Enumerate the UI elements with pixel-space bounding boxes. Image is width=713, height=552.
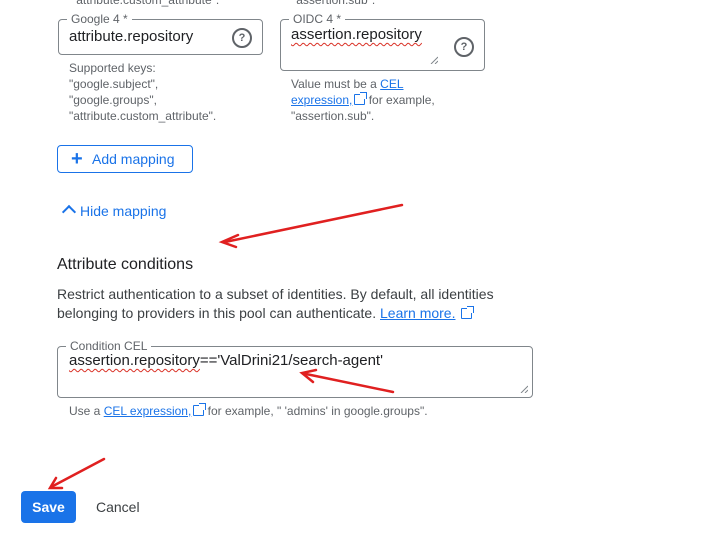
oidc-field-hint: Value must be a CEL expression, for exam… xyxy=(291,76,435,124)
condition-cel-field[interactable]: Condition CEL assertion.repository=='Val… xyxy=(57,338,533,398)
cancel-button[interactable]: Cancel xyxy=(96,499,140,515)
hint-line: "google.groups", xyxy=(69,93,157,107)
hint-line: Supported keys: xyxy=(69,61,156,75)
hint-text: Value must be a xyxy=(291,77,377,91)
google-field-hint: Supported keys: "google.subject", "googl… xyxy=(69,60,216,124)
section-title: Attribute conditions xyxy=(57,256,194,273)
chevron-up-icon xyxy=(61,204,77,220)
condition-value-part: assertion.repository xyxy=(69,352,200,369)
condition-field-value[interactable]: assertion.repository=='ValDrini21/search… xyxy=(69,351,383,371)
add-mapping-button[interactable]: + Add mapping xyxy=(57,145,193,173)
hide-mapping-label: Hide mapping xyxy=(80,203,167,219)
oidc-hint-tail: "assertion.sub". xyxy=(292,0,376,7)
save-button[interactable]: Save xyxy=(21,491,76,523)
hint-text: "assertion.sub". xyxy=(291,109,375,123)
add-mapping-label: Add mapping xyxy=(92,151,175,167)
external-link-icon xyxy=(461,306,475,319)
hint-line: "google.subject", xyxy=(69,77,159,91)
cel-expression-link[interactable]: CEL xyxy=(380,77,403,91)
help-icon[interactable]: ? xyxy=(232,28,252,48)
resize-handle-icon[interactable] xyxy=(430,56,438,64)
condition-field-hint: Use a CEL expression, for example, " 'ad… xyxy=(69,403,428,419)
condition-value-part: =='ValDrini21/search-agent' xyxy=(199,352,383,369)
google-attribute-field[interactable]: Google 4 * attribute.repository ? xyxy=(58,11,263,55)
hint-text: for example, xyxy=(368,93,435,107)
cel-expression-link[interactable]: CEL expression, xyxy=(104,404,192,418)
oidc-field-value[interactable]: assertion.repository xyxy=(291,25,422,45)
plus-icon: + xyxy=(71,148,83,170)
annotation-arrow xyxy=(51,457,106,488)
oidc-attribute-field[interactable]: OIDC 4 * assertion.repository ? xyxy=(280,11,485,71)
annotation-arrow xyxy=(223,203,404,244)
section-description: Restrict authentication to a subset of i… xyxy=(57,285,527,323)
help-icon[interactable]: ? xyxy=(454,37,474,57)
resize-handle-icon[interactable] xyxy=(520,385,528,393)
cel-expression-link-cont[interactable]: expression, xyxy=(291,93,352,107)
google-hint-tail: "attribute.custom_attribute". xyxy=(72,0,220,7)
hint-text: for example, " 'admins' in google.groups… xyxy=(207,404,428,418)
hint-text: Use a xyxy=(69,404,101,418)
external-link-icon xyxy=(354,92,368,105)
learn-more-link[interactable]: Learn more. xyxy=(380,305,455,321)
external-link-icon xyxy=(193,403,207,416)
google-field-label: Google 4 * xyxy=(67,11,132,27)
hide-mapping-toggle[interactable]: Hide mapping xyxy=(61,203,167,220)
hint-line: "attribute.custom_attribute". xyxy=(69,109,217,123)
google-field-value[interactable]: attribute.repository xyxy=(69,27,193,47)
